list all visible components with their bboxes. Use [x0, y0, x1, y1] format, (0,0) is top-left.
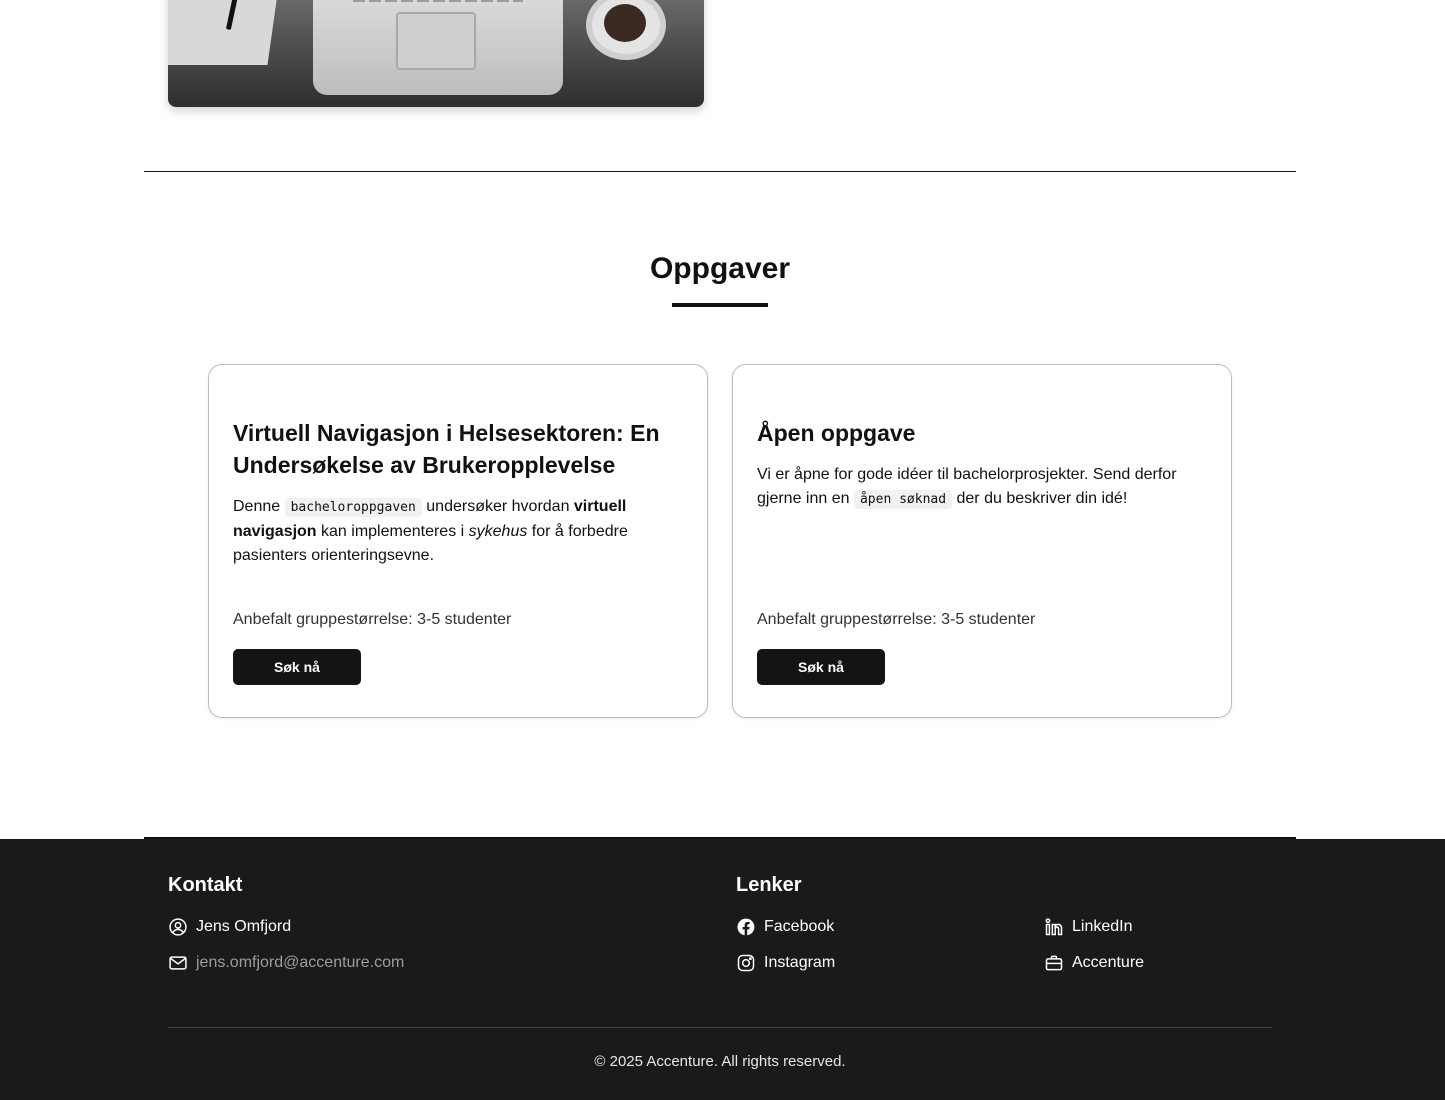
card-description: Denne bacheloroppgaven undersøker hvorda… [233, 495, 683, 568]
contact-email-link[interactable]: jens.omfjord@accenture.com [196, 954, 404, 972]
desc-code: åpen søknad [853, 490, 953, 509]
links-heading: Lenker [736, 874, 802, 896]
footer-separator [168, 1027, 1272, 1028]
contact-name: Jens Omfjord [196, 918, 292, 935]
laptop-keys-graphic [353, 0, 523, 2]
task-card: Åpen oppgave Vi er åpne for gode idéer t… [732, 364, 1232, 718]
contact-email-row[interactable]: jens.omfjord@accenture.com [168, 953, 404, 973]
link-label[interactable]: Accenture [1072, 954, 1144, 972]
footer: Kontakt Jens Omfjord jens.omfjord@accent… [0, 839, 1445, 1100]
instagram-icon [737, 954, 755, 972]
link-label[interactable]: Facebook [764, 918, 834, 936]
section-divider [144, 171, 1296, 172]
desc-text: undersøker hvordan [421, 498, 574, 515]
copyright-text: © 2025 Accenture. All rights reserved. [594, 1053, 846, 1070]
user-circle-icon [169, 918, 187, 936]
desc-text: kan implementeres i [316, 523, 469, 540]
contact-name-row: Jens Omfjord [168, 917, 291, 937]
title-underline [672, 303, 768, 307]
facebook-icon [737, 918, 755, 936]
notebook-graphic [168, 0, 278, 65]
mail-icon [169, 956, 187, 970]
group-size-text: Anbefalt gruppestørrelse: 3-5 studenter [233, 611, 512, 628]
laptop-trackpad-graphic [396, 12, 476, 70]
briefcase-icon [1045, 955, 1063, 971]
section-title: Oppgaver [649, 252, 791, 285]
desc-code: bacheloroppgaven [284, 498, 422, 517]
hero-image [168, 0, 704, 107]
desc-italic: sykehus [468, 523, 528, 540]
link-label[interactable]: LinkedIn [1072, 918, 1133, 936]
coffee-cup-graphic [586, 0, 666, 60]
desc-text: der du beskriver din idé! [952, 490, 1128, 507]
apply-button[interactable]: Søk nå [757, 649, 885, 685]
contact-heading: Kontakt [168, 874, 243, 896]
card-description: Vi er åpne for gode idéer til bachelorpr… [757, 463, 1207, 512]
link-linkedin[interactable]: LinkedIn [1044, 917, 1133, 937]
link-instagram[interactable]: Instagram [736, 953, 835, 973]
task-card: Virtuell Navigasjon i Helsesektoren: En … [208, 364, 708, 718]
linkedin-icon [1045, 918, 1063, 936]
apply-button[interactable]: Søk nå [233, 649, 361, 685]
group-size-text: Anbefalt gruppestørrelse: 3-5 studenter [757, 611, 1036, 628]
link-facebook[interactable]: Facebook [736, 917, 834, 937]
card-title: Virtuell Navigasjon i Helsesektoren: En … [233, 420, 660, 478]
link-accenture[interactable]: Accenture [1044, 953, 1144, 973]
laptop-graphic [313, 0, 563, 95]
link-label[interactable]: Instagram [764, 954, 835, 972]
desc-text: Denne [233, 498, 285, 515]
card-title: Åpen oppgave [757, 420, 916, 446]
